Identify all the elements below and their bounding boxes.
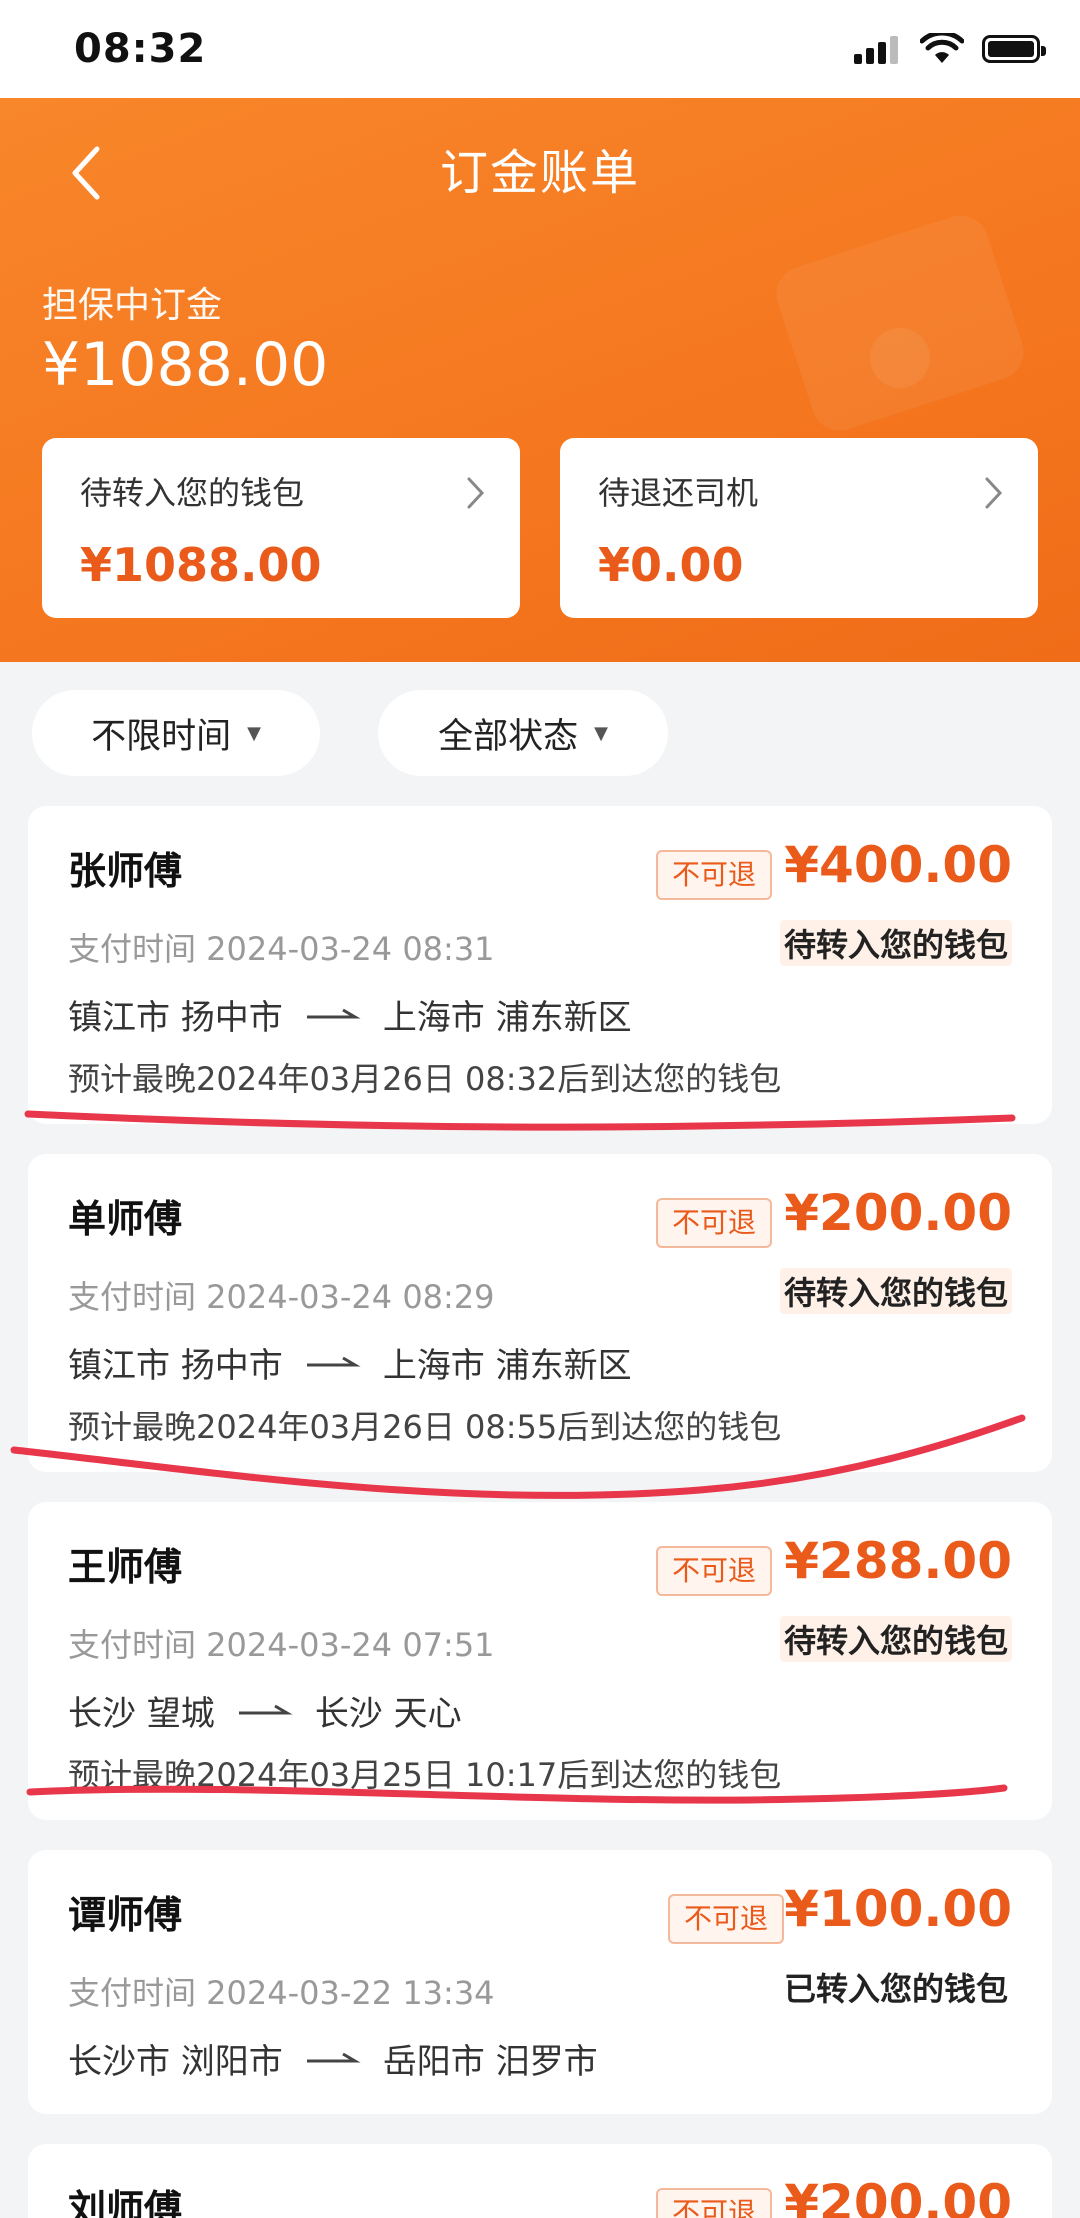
non-refundable-tag: 不可退: [656, 850, 773, 900]
order-card[interactable]: 王师傅 不可退 ¥288.00 支付时间 2024-03-24 07:51 待转…: [28, 1502, 1052, 1820]
driver-name: 谭师傅: [68, 1893, 183, 1937]
route-arrow-icon: [306, 1356, 361, 1366]
header: 订金账单 担保中订金 ¥1088.00 待转入您的钱包 ¥1088.00 待退还…: [0, 98, 1080, 662]
pending-wallet-amount: ¥1088.00: [80, 538, 322, 592]
route-from: 长沙市 浏阳市: [68, 2042, 283, 2082]
route-to: 岳阳市 汨罗市: [382, 2042, 598, 2082]
order-status: 待转入您的钱包: [779, 1616, 1012, 1662]
order-amount: ¥288.00: [784, 1532, 1012, 1590]
order-route: 长沙市 浏阳市 岳阳市 汨罗市: [68, 2034, 598, 2083]
order-status: 待转入您的钱包: [779, 1268, 1012, 1314]
time-filter-label: 不限时间: [91, 716, 232, 757]
non-refundable-tag: 不可退: [656, 1546, 773, 1596]
driver-name: 单师傅: [68, 1197, 183, 1241]
eta-text: 预计最晚2024年03月26日 08:55后到达您的钱包: [68, 1408, 782, 1446]
route-from: 长沙 望城: [68, 1694, 215, 1734]
time-filter-dropdown[interactable]: 不限时间 ▼: [32, 690, 320, 776]
pending-wallet-label: 待转入您的钱包: [80, 474, 305, 512]
order-amount: ¥400.00: [784, 836, 1012, 894]
route-from: 镇江市 扬中市: [68, 1346, 283, 1386]
chevron-right-icon: [985, 477, 1003, 509]
eta-text: 预计最晚2024年03月25日 10:17后到达您的钱包: [68, 1756, 782, 1794]
chevron-right-icon: [467, 477, 485, 509]
driver-name: 刘师傅: [68, 2187, 183, 2218]
status-filter-dropdown[interactable]: 全部状态 ▼: [378, 690, 668, 776]
driver-name: 王师傅: [68, 1545, 183, 1589]
route-to: 上海市 浦东新区: [382, 998, 632, 1038]
status-bar: 08:32: [0, 0, 1080, 98]
status-icons: [852, 33, 1046, 65]
header-decoration-circle: [870, 328, 930, 388]
order-route: 长沙 望城 长沙 天心: [68, 1686, 462, 1735]
pending-wallet-card[interactable]: 待转入您的钱包 ¥1088.00: [42, 438, 520, 618]
refund-driver-card[interactable]: 待退还司机 ¥0.00: [560, 438, 1038, 618]
signal-icon: [854, 36, 898, 64]
order-amount: ¥100.00: [784, 1880, 1012, 1938]
order-amount: ¥200.00: [784, 2174, 1012, 2218]
refund-driver-label: 待退还司机: [598, 474, 759, 512]
order-amount: ¥200.00: [784, 1184, 1012, 1242]
status-time: 08:32: [74, 26, 207, 72]
caret-down-icon: ▼: [594, 722, 608, 744]
header-decoration: [769, 208, 1031, 438]
order-card[interactable]: 谭师傅 不可退 ¥100.00 支付时间 2024-03-22 13:34 已转…: [28, 1850, 1052, 2114]
non-refundable-tag: 不可退: [656, 2188, 773, 2218]
route-arrow-icon: [306, 1008, 361, 1018]
wifi-icon: [920, 33, 964, 63]
pay-time: 支付时间 2024-03-24 07:51: [68, 1626, 495, 1664]
order-card[interactable]: 单师傅 不可退 ¥200.00 支付时间 2024-03-24 08:29 待转…: [28, 1154, 1052, 1472]
non-refundable-tag: 不可退: [668, 1894, 785, 1944]
refund-driver-amount: ¥0.00: [598, 538, 744, 592]
pay-time: 支付时间 2024-03-24 08:29: [68, 1278, 495, 1316]
route-arrow-icon: [238, 1704, 293, 1714]
driver-name: 张师傅: [68, 849, 183, 893]
route-arrow-icon: [306, 2052, 361, 2062]
order-route: 镇江市 扬中市 上海市 浦东新区: [68, 1338, 632, 1387]
non-refundable-tag: 不可退: [656, 1198, 773, 1248]
pay-time: 支付时间 2024-03-22 13:34: [68, 1974, 495, 2012]
eta-text: 预计最晚2024年03月26日 08:32后到达您的钱包: [68, 1060, 782, 1098]
route-to: 长沙 天心: [314, 1694, 462, 1734]
status-filter-label: 全部状态: [438, 716, 579, 757]
order-status: 待转入您的钱包: [779, 920, 1012, 966]
order-route: 镇江市 扬中市 上海市 浦东新区: [68, 990, 632, 1039]
guarantee-amount: ¥1088.00: [42, 330, 329, 400]
order-card[interactable]: 刘师傅 不可退 ¥200.00: [28, 2144, 1052, 2218]
pay-time: 支付时间 2024-03-24 08:31: [68, 930, 495, 968]
route-from: 镇江市 扬中市: [68, 998, 283, 1038]
route-to: 上海市 浦东新区: [382, 1346, 632, 1386]
caret-down-icon: ▼: [247, 722, 261, 744]
page-title: 订金账单: [439, 145, 640, 201]
guarantee-label: 担保中订金: [42, 285, 223, 326]
order-status: 已转入您的钱包: [783, 1970, 1008, 2008]
battery-icon: [982, 35, 1046, 63]
order-card[interactable]: 张师傅 不可退 ¥400.00 支付时间 2024-03-24 08:31 待转…: [28, 806, 1052, 1124]
